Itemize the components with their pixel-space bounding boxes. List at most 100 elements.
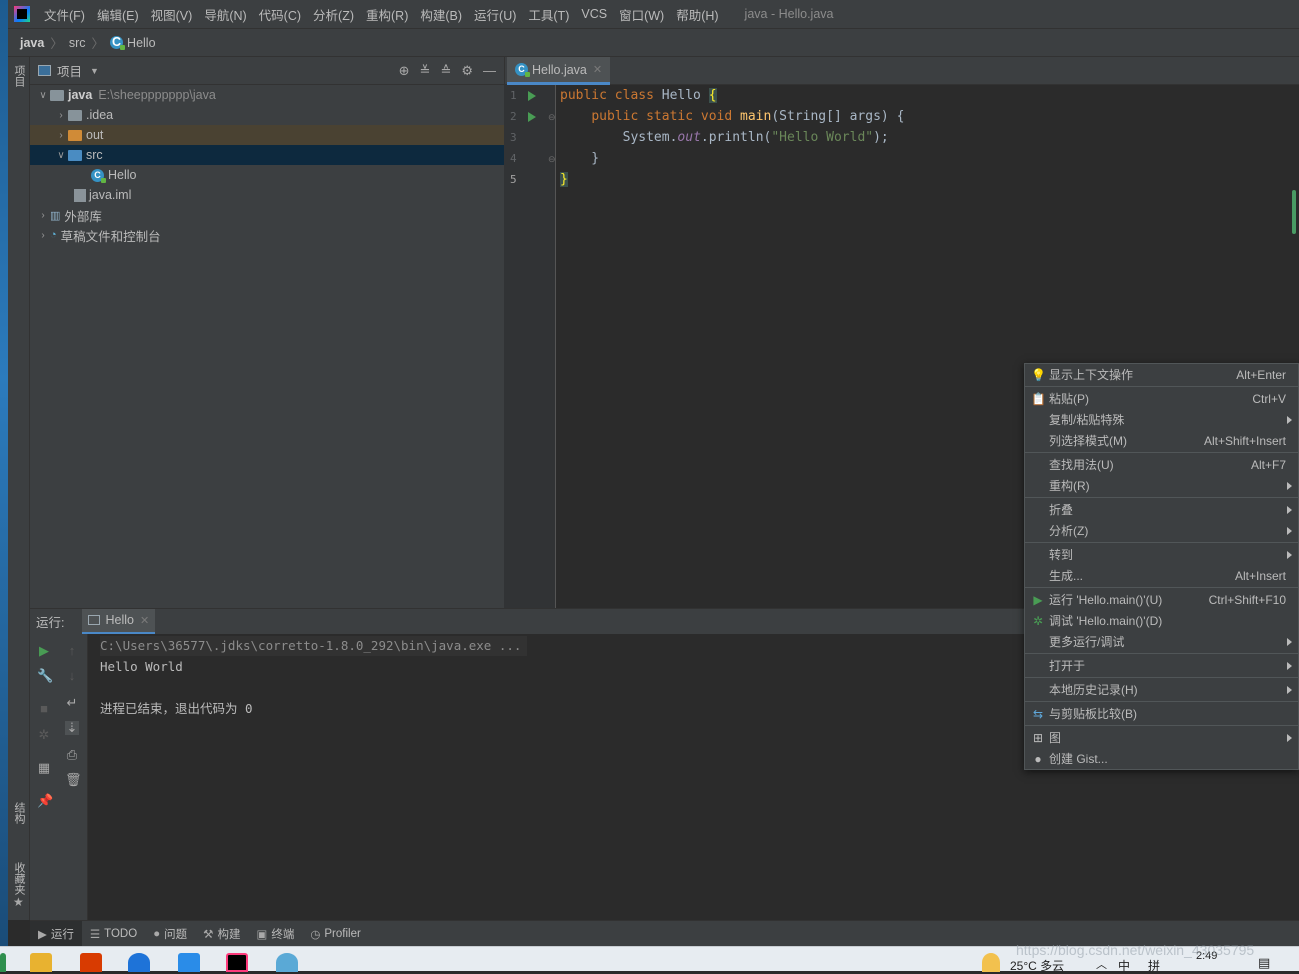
menu-item-diagrams[interactable]: ⊞ 图 bbox=[1025, 727, 1298, 748]
stop-icon[interactable]: ■ bbox=[37, 702, 51, 716]
chevron-down-icon[interactable]: ∨ bbox=[54, 150, 68, 161]
tab-hello-java[interactable]: C Hello.java ✕ bbox=[507, 57, 611, 85]
locate-icon[interactable]: ⊕ bbox=[399, 63, 410, 79]
menu-run[interactable]: 运行(U) bbox=[468, 5, 522, 24]
menu-item-local-history[interactable]: 本地历史记录(H) bbox=[1025, 679, 1298, 700]
fold-icon[interactable]: ⊖ bbox=[548, 154, 556, 165]
print-icon[interactable]: ⎙ bbox=[65, 748, 79, 762]
menu-vcs[interactable]: VCS bbox=[575, 7, 613, 21]
menu-edit[interactable]: 编辑(E) bbox=[91, 5, 145, 24]
notification-icon[interactable]: ▤ bbox=[1258, 955, 1270, 971]
tree-node-out[interactable]: › out bbox=[30, 125, 504, 145]
tree-node-iml[interactable]: java.iml bbox=[30, 185, 504, 205]
ime-indicator[interactable]: 中 bbox=[1118, 957, 1130, 974]
menu-navigate[interactable]: 导航(N) bbox=[198, 5, 252, 24]
favorites-tool-tab[interactable]: 收藏夹 bbox=[11, 862, 27, 895]
tree-node-scratches[interactable]: › ◔ 草稿文件和控制台 bbox=[30, 225, 504, 245]
chevron-right-icon[interactable]: › bbox=[36, 230, 50, 241]
tree-node-java[interactable]: ∨ java E:\sheeppppppp\java bbox=[30, 85, 504, 105]
menu-item-more-run-debug[interactable]: 更多运行/调试 bbox=[1025, 631, 1298, 652]
expand-all-icon[interactable]: ≚ bbox=[420, 63, 431, 79]
close-icon[interactable]: ✕ bbox=[593, 63, 602, 76]
menu-item-refactor[interactable]: 重构(R) bbox=[1025, 475, 1298, 496]
tree-node-src[interactable]: ∨ src bbox=[30, 145, 504, 165]
chevron-down-icon[interactable]: ▼ bbox=[90, 66, 99, 76]
chevron-down-icon[interactable]: ∨ bbox=[36, 90, 50, 101]
collapse-all-icon[interactable]: ≙ bbox=[440, 63, 451, 79]
menu-item-goto[interactable]: 转到 bbox=[1025, 544, 1298, 565]
menu-item-shortcut: Ctrl+Shift+F10 bbox=[1208, 592, 1286, 607]
chevron-right-icon[interactable]: › bbox=[36, 210, 50, 221]
pin-icon[interactable]: 📌 bbox=[37, 794, 53, 808]
run-tab-hello[interactable]: Hello ✕ bbox=[82, 608, 156, 635]
menu-item-show-context-actions[interactable]: 💡 显示上下文操作 Alt+Enter bbox=[1025, 364, 1298, 385]
wrench-icon[interactable]: 🔧 bbox=[37, 669, 53, 683]
bottom-tab-todo[interactable]: ☰ TODO bbox=[82, 921, 145, 947]
run-gutter-icon[interactable] bbox=[528, 91, 536, 101]
gear-icon[interactable]: ⚙ bbox=[461, 63, 473, 79]
menu-item-open-in[interactable]: 打开于 bbox=[1025, 655, 1298, 676]
editor-scroll-marker[interactable] bbox=[1292, 190, 1296, 234]
weather-icon[interactable] bbox=[982, 953, 1000, 972]
menu-analyze[interactable]: 分析(Z) bbox=[307, 5, 360, 24]
layout-icon[interactable]: ▦ bbox=[37, 761, 51, 775]
menu-item-run-main[interactable]: ▶ 运行 'Hello.main()'(U) Ctrl+Shift+F10 bbox=[1025, 589, 1298, 610]
chevron-up-icon[interactable]: ︿ bbox=[1096, 956, 1107, 972]
close-icon[interactable]: ✕ bbox=[140, 614, 149, 627]
tree-node-external-libraries[interactable]: › ▥ 外部库 bbox=[30, 205, 504, 225]
bird-app-icon[interactable] bbox=[178, 953, 200, 972]
bottom-tab-build[interactable]: ⚒ 构建 bbox=[195, 921, 248, 947]
menu-item-compare-clipboard[interactable]: ⇆ 与剪贴板比较(B) bbox=[1025, 703, 1298, 724]
file-explorer-icon[interactable] bbox=[30, 953, 52, 972]
intellij-taskbar-icon[interactable] bbox=[226, 953, 248, 972]
menu-tools[interactable]: 工具(T) bbox=[522, 5, 575, 24]
menu-item-folding[interactable]: 折叠 bbox=[1025, 499, 1298, 520]
tree-node-idea[interactable]: › .idea bbox=[30, 105, 504, 125]
project-panel-title[interactable]: 项目 bbox=[57, 61, 82, 80]
ime-mode-indicator[interactable]: 拼 bbox=[1148, 957, 1160, 974]
chevron-right-icon[interactable]: › bbox=[54, 130, 68, 141]
breadcrumb-project[interactable]: java bbox=[20, 36, 44, 50]
project-tool-tab[interactable]: 项目 bbox=[11, 65, 27, 87]
menu-item-generate[interactable]: 生成... Alt+Insert bbox=[1025, 565, 1298, 586]
arrow-up-icon[interactable]: ↑ bbox=[65, 644, 79, 658]
debug-bug-icon[interactable]: ✲ bbox=[37, 728, 51, 742]
structure-tool-tab[interactable]: 结构 bbox=[11, 802, 27, 824]
taskbar-edge-icon[interactable] bbox=[0, 953, 6, 972]
chevron-right-icon[interactable]: › bbox=[54, 110, 68, 121]
weather-text[interactable]: 25°C 多云 bbox=[1010, 957, 1064, 974]
avatar-app-icon[interactable] bbox=[276, 953, 298, 972]
qq-browser-icon[interactable] bbox=[128, 953, 150, 972]
menu-item-find-usages[interactable]: 查找用法(U) Alt+F7 bbox=[1025, 454, 1298, 475]
scroll-to-end-icon[interactable]: ⇣ bbox=[65, 721, 79, 735]
breadcrumb-src[interactable]: src bbox=[69, 36, 86, 50]
menu-code[interactable]: 代码(C) bbox=[253, 5, 307, 24]
menu-item-debug-main[interactable]: ✲ 调试 'Hello.main()'(D) bbox=[1025, 610, 1298, 631]
minimize-icon[interactable]: — bbox=[483, 63, 496, 79]
soft-wrap-icon[interactable]: ↵ bbox=[65, 696, 79, 710]
arrow-down-icon[interactable]: ↓ bbox=[65, 669, 79, 683]
office-icon[interactable] bbox=[80, 953, 102, 972]
menu-item-column-selection[interactable]: 列选择模式(M) Alt+Shift+Insert bbox=[1025, 430, 1298, 451]
menu-item-paste[interactable]: 📋 粘贴(P) Ctrl+V bbox=[1025, 388, 1298, 409]
menu-window[interactable]: 窗口(W) bbox=[613, 5, 670, 24]
rerun-icon[interactable]: ▶ bbox=[37, 644, 51, 658]
menu-file[interactable]: 文件(F) bbox=[38, 5, 91, 24]
menu-help[interactable]: 帮助(H) bbox=[670, 5, 724, 24]
menu-item-copy-paste-special[interactable]: 复制/粘贴特殊 bbox=[1025, 409, 1298, 430]
menu-view[interactable]: 视图(V) bbox=[145, 5, 199, 24]
tree-node-hello[interactable]: C Hello bbox=[30, 165, 504, 185]
trash-icon[interactable]: 🗑 bbox=[65, 773, 82, 787]
run-gutter-icon[interactable] bbox=[528, 112, 536, 122]
bottom-tab-label: 构建 bbox=[217, 928, 241, 941]
menu-build[interactable]: 构建(B) bbox=[414, 5, 468, 24]
menu-item-analyze[interactable]: 分析(Z) bbox=[1025, 520, 1298, 541]
fold-icon[interactable]: ⊖ bbox=[548, 112, 556, 123]
menu-item-create-gist[interactable]: ● 创建 Gist... bbox=[1025, 748, 1298, 769]
bottom-tab-terminal[interactable]: ▣ 终端 bbox=[248, 921, 302, 947]
breadcrumb-class[interactable]: Hello bbox=[127, 36, 156, 50]
bottom-tab-run[interactable]: ▶ 运行 bbox=[30, 920, 82, 947]
bottom-tab-profiler[interactable]: ◷ Profiler bbox=[302, 921, 368, 947]
menu-refactor[interactable]: 重构(R) bbox=[360, 5, 414, 24]
bottom-tab-problems[interactable]: ● 问题 bbox=[145, 921, 195, 947]
